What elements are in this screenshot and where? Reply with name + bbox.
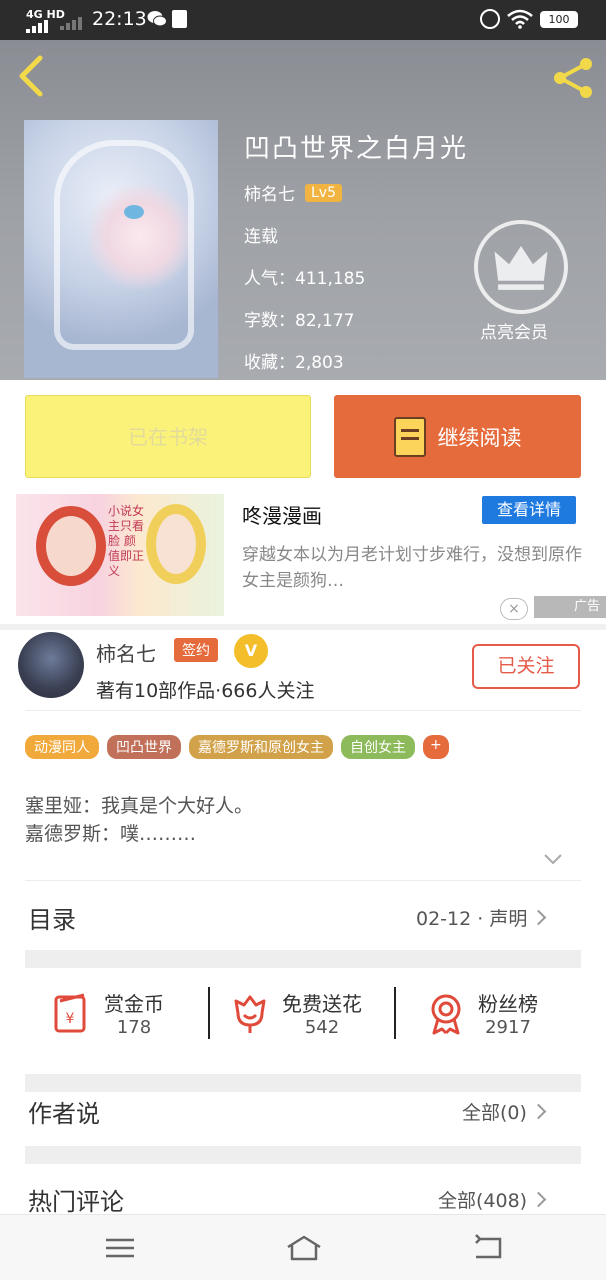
tip-coins-stat[interactable]: ¥ 赏金币 178 [50,988,164,1038]
view-details-button[interactable]: 查看详情 [482,496,576,524]
signed-badge: 签约 [174,638,218,662]
continue-reading-button[interactable]: 继续阅读 [334,395,581,478]
add-tag-button[interactable]: + [423,735,449,759]
hot-comments-all[interactable]: 全部(408) [438,1186,547,1213]
chevron-down-icon[interactable] [543,852,563,866]
author-says-label[interactable]: 作者说 [28,1094,100,1129]
vip-label[interactable]: 点亮会员 [480,318,548,343]
catalog-latest[interactable]: 02-12 · 声明 [416,904,547,931]
verified-badge-icon: V [234,634,268,668]
book-word-count: 字数：82,177 [244,311,355,331]
home-icon[interactable] [284,1233,324,1263]
chevron-right-icon [530,1191,547,1208]
stat-value: 2917 [485,1017,531,1038]
battery-icon: 100 [540,11,578,28]
continue-reading-label: 继续阅读 [437,425,522,450]
fan-ranking-stat[interactable]: 粉丝榜 2917 [424,988,538,1038]
tag-item[interactable]: 嘉德罗斯和原创女主 [189,735,333,759]
stat-value: 542 [304,1017,340,1038]
book-favorites: 收藏：2,803 [244,353,344,373]
ad-art-character-1 [36,506,106,586]
section-divider [25,950,581,968]
ad-description[interactable]: 穿越女本以为月老计划寸步难行，没想到原作女主是颜狗… [242,542,582,594]
book-description: 塞里娅：我真是个大好人。 嘉德罗斯：噗……… [25,792,253,848]
wechat-icon [147,11,167,27]
author-name[interactable]: 柿名七 [96,638,156,667]
description-line: 嘉德罗斯：噗……… [25,823,197,845]
red-envelope-icon: ¥ [54,993,86,1033]
tag-item[interactable]: 动漫同人 [25,735,99,759]
author-says-all[interactable]: 全部(0) [462,1098,547,1125]
flower-icon [234,995,266,1033]
divider [394,987,396,1039]
level-badge: Lv5 [305,183,342,202]
chevron-right-icon [531,909,547,926]
ad-image-text: 小说女主只看脸 颜值即正义 [108,504,145,578]
chevron-right-icon [530,1103,547,1120]
task-icon [172,10,187,28]
ad-image[interactable]: 小说女主只看脸 颜值即正义 [16,494,224,616]
free-flower-stat[interactable]: 免费送花 542 [228,988,362,1038]
followed-button[interactable]: 已关注 [472,644,580,689]
crown-icon[interactable] [474,220,568,314]
section-divider [0,624,606,630]
catalog-latest-text: 02-12 · 声明 [416,908,528,930]
signal-icon [26,20,48,33]
hot-comments-all-text: 全部(408) [438,1190,528,1212]
book-cover[interactable] [24,120,218,378]
system-nav-bar [0,1214,606,1280]
book-status: 连载 [244,227,278,247]
book-icon [393,416,426,457]
author-stats: 著有10部作品·666人关注 [96,680,315,702]
tag-item[interactable]: 自创女主 [341,735,415,759]
section-divider [25,1074,581,1092]
menu-icon[interactable] [102,1233,138,1263]
svg-text:¥: ¥ [66,1011,75,1027]
book-author-line: 柿名七 Lv5 [244,180,342,205]
book-popularity: 人气：411,185 [244,269,366,289]
in-bookshelf-button[interactable]: 已在书架 [25,395,311,478]
close-icon[interactable]: × [500,598,528,620]
back-icon[interactable] [470,1233,506,1263]
divider [208,987,210,1039]
author-says-all-text: 全部(0) [462,1102,527,1124]
stat-value: 178 [116,1017,152,1038]
signal-icon-secondary [60,17,82,30]
description-line: 塞里娅：我真是个大好人。 [25,795,254,817]
ad-art-character-2 [146,504,206,584]
stat-label: 粉丝榜 [478,992,538,1016]
status-time: 22:13 [92,8,147,30]
alarm-icon [480,9,500,29]
status-bar: 4G HD 22:13 100 [0,0,606,40]
hot-comments-label[interactable]: 热门评论 [28,1182,124,1217]
divider [25,880,581,881]
tag-list: 动漫同人 凹凸世界 嘉德罗斯和原创女主 自创女主 + [25,735,449,759]
ad-banner[interactable]: 小说女主只看脸 颜值即正义 咚漫漫画 查看详情 穿越女本以为月老计划寸步难行，没… [0,494,606,622]
book-title: 凹凸世界之白月光 [244,134,469,164]
book-author[interactable]: 柿名七 [244,180,295,205]
book-header: 凹凸世界之白月光 柿名七 Lv5 连载 人气：411,185 字数：82,177… [0,40,606,380]
stat-label: 赏金币 [104,992,164,1016]
cover-art [54,140,194,350]
share-icon[interactable] [550,56,598,100]
back-arrow-icon[interactable] [14,54,50,98]
author-avatar[interactable] [18,632,84,698]
stat-label: 免费送花 [282,992,362,1016]
ad-tag: 广告 [534,596,606,618]
catalog-label[interactable]: 目录 [28,900,76,935]
medal-icon [431,994,461,1035]
wifi-icon [507,9,533,29]
cover-art-detail [124,205,144,219]
tag-item[interactable]: 凹凸世界 [107,735,181,759]
divider [25,710,581,711]
section-divider [25,1146,581,1164]
ad-title[interactable]: 咚漫漫画 [242,500,322,529]
